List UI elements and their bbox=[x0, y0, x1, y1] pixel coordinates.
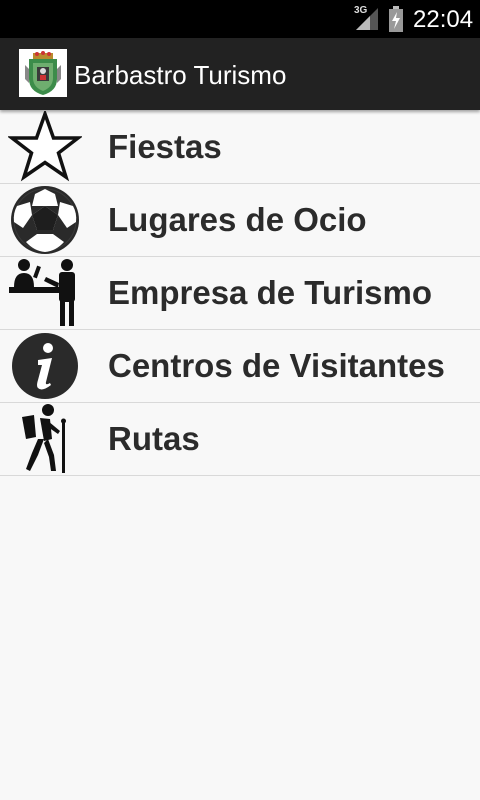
star-icon bbox=[6, 108, 84, 183]
menu-item-label: Lugares de Ocio bbox=[108, 201, 367, 238]
hiker-icon bbox=[8, 403, 82, 475]
menu-item-label: Rutas bbox=[108, 420, 200, 457]
menu-item-label: Fiestas bbox=[108, 128, 222, 165]
status-bar: 3G 22:04 bbox=[0, 0, 480, 38]
soccer-ball-icon bbox=[8, 184, 82, 256]
app-title: Barbastro Turismo bbox=[74, 60, 287, 90]
menu-item-label: Centros de Visitantes bbox=[108, 347, 445, 384]
menu-item-label: Empresa de Turismo bbox=[108, 274, 432, 311]
reception-desk-icon bbox=[8, 257, 82, 329]
menu-item-centros-de-visitantes[interactable]: Centros de Visitantes bbox=[0, 330, 480, 403]
signal-icon bbox=[356, 8, 378, 30]
menu-item-lugares-de-ocio[interactable]: Lugares de Ocio bbox=[0, 184, 480, 257]
info-icon bbox=[8, 330, 82, 402]
menu-item-rutas[interactable]: Rutas bbox=[0, 403, 480, 476]
battery-icon bbox=[389, 6, 403, 32]
action-bar: Barbastro Turismo bbox=[0, 38, 480, 110]
menu-list: Fiestas Lugares de Ocio Empresa de Turis… bbox=[0, 108, 480, 476]
menu-item-fiestas[interactable]: Fiestas bbox=[0, 108, 480, 184]
clock: 22:04 bbox=[413, 6, 474, 33]
menu-item-empresa-de-turismo[interactable]: Empresa de Turismo bbox=[0, 257, 480, 330]
coat-of-arms-icon[interactable] bbox=[19, 49, 67, 97]
